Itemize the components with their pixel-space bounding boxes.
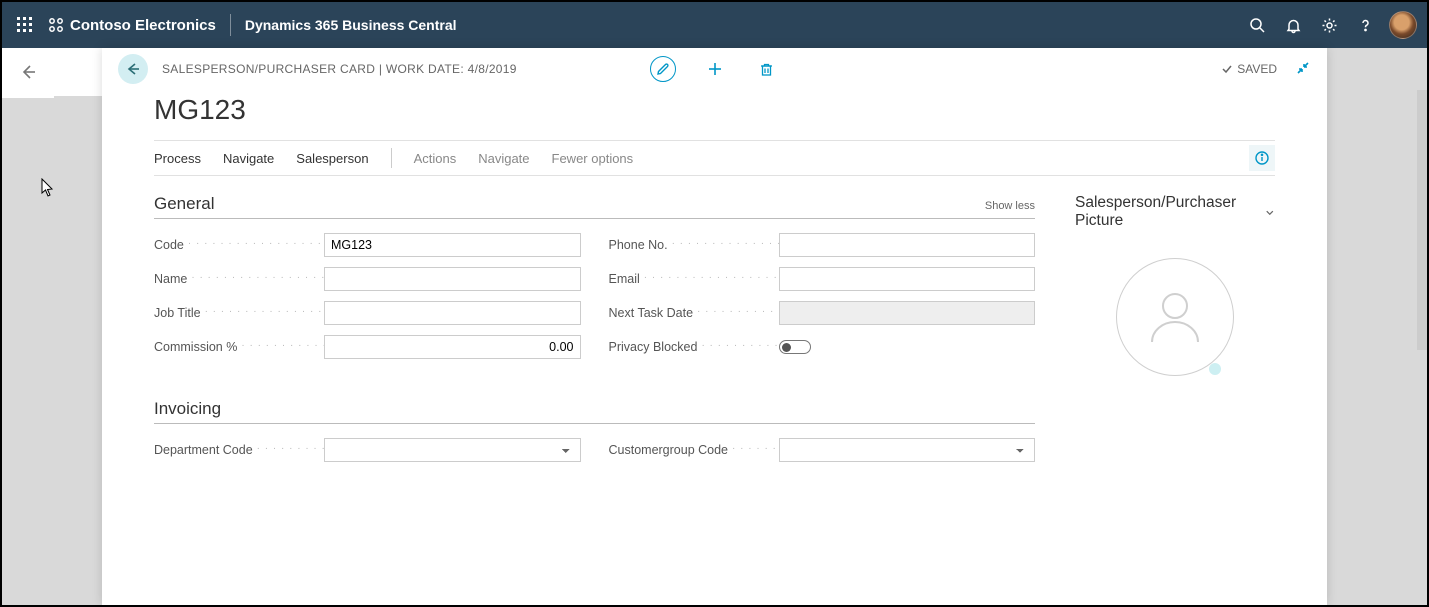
input-name[interactable] — [324, 267, 581, 291]
settings-icon[interactable] — [1311, 7, 1347, 43]
label-email: Email — [609, 272, 779, 286]
label-phone: Phone No. — [609, 238, 779, 252]
label-next-task: Next Task Date — [609, 306, 779, 320]
label-commission: Commission % — [154, 340, 324, 354]
page-title: MG123 — [102, 90, 1327, 140]
input-email[interactable] — [779, 267, 1036, 291]
label-name: Name — [154, 272, 324, 286]
label-department: Department Code — [154, 443, 324, 457]
tab-salesperson[interactable]: Salesperson — [296, 151, 368, 166]
section-invoicing-title: Invoicing — [154, 399, 221, 419]
section-invoicing-header: Invoicing — [154, 399, 1035, 424]
select-department[interactable] — [324, 438, 581, 462]
actionbar-separator — [391, 148, 392, 168]
input-code[interactable] — [324, 233, 581, 257]
menu-actions[interactable]: Actions — [414, 151, 457, 166]
tab-process[interactable]: Process — [154, 151, 201, 166]
tab-navigate[interactable]: Navigate — [223, 151, 274, 166]
label-privacy: Privacy Blocked — [609, 340, 779, 354]
saved-indicator: SAVED — [1221, 62, 1277, 76]
label-job-title: Job Title — [154, 306, 324, 320]
picture-section-header[interactable]: Salesperson/Purchaser Picture — [1075, 194, 1275, 230]
record-card: SALESPERSON/PURCHASER CARD | WORK DATE: … — [102, 48, 1327, 605]
breadcrumb: SALESPERSON/PURCHASER CARD | WORK DATE: … — [162, 62, 517, 76]
section-general-header: General Show less — [154, 194, 1035, 219]
company-brand[interactable]: Contoso Electronics — [48, 17, 216, 34]
back-button[interactable] — [118, 54, 148, 84]
new-button[interactable] — [702, 56, 728, 82]
factbox-toggle-icon[interactable] — [1249, 145, 1275, 171]
select-customergroup[interactable] — [779, 438, 1036, 462]
toggle-privacy-blocked[interactable] — [779, 340, 811, 354]
search-icon[interactable] — [1239, 7, 1275, 43]
card-header: SALESPERSON/PURCHASER CARD | WORK DATE: … — [102, 48, 1327, 90]
section-general-title: General — [154, 194, 214, 214]
menu-fewer-options[interactable]: Fewer options — [552, 151, 634, 166]
picture-placeholder[interactable] — [1116, 258, 1234, 376]
nav-separator — [230, 14, 231, 36]
label-code: Code — [154, 238, 324, 252]
underlay-back-icon[interactable] — [19, 63, 37, 84]
edit-button[interactable] — [650, 56, 676, 82]
input-next-task[interactable] — [779, 301, 1036, 325]
app-launcher-icon[interactable] — [8, 8, 42, 42]
company-name: Contoso Electronics — [70, 17, 216, 34]
menu-navigate[interactable]: Navigate — [478, 151, 529, 166]
scrollbar[interactable] — [1417, 90, 1427, 350]
label-customergroup: Customergroup Code — [609, 443, 779, 457]
delete-button[interactable] — [754, 56, 780, 82]
input-phone[interactable] — [779, 233, 1036, 257]
underlay-back-area — [2, 48, 54, 98]
help-icon[interactable] — [1347, 7, 1383, 43]
action-bar: Process Navigate Salesperson Actions Nav… — [154, 140, 1275, 176]
presence-dot-icon — [1209, 363, 1221, 375]
global-nav: Contoso Electronics Dynamics 365 Busines… — [2, 2, 1427, 48]
notifications-icon[interactable] — [1275, 7, 1311, 43]
input-job-title[interactable] — [324, 301, 581, 325]
collapse-icon[interactable] — [1295, 60, 1311, 79]
header-actions — [650, 56, 780, 82]
app-name[interactable]: Dynamics 365 Business Central — [245, 17, 457, 33]
chevron-down-icon — [1265, 207, 1275, 218]
user-avatar[interactable] — [1389, 11, 1417, 39]
show-less-link[interactable]: Show less — [985, 200, 1035, 212]
input-commission[interactable] — [324, 335, 581, 359]
